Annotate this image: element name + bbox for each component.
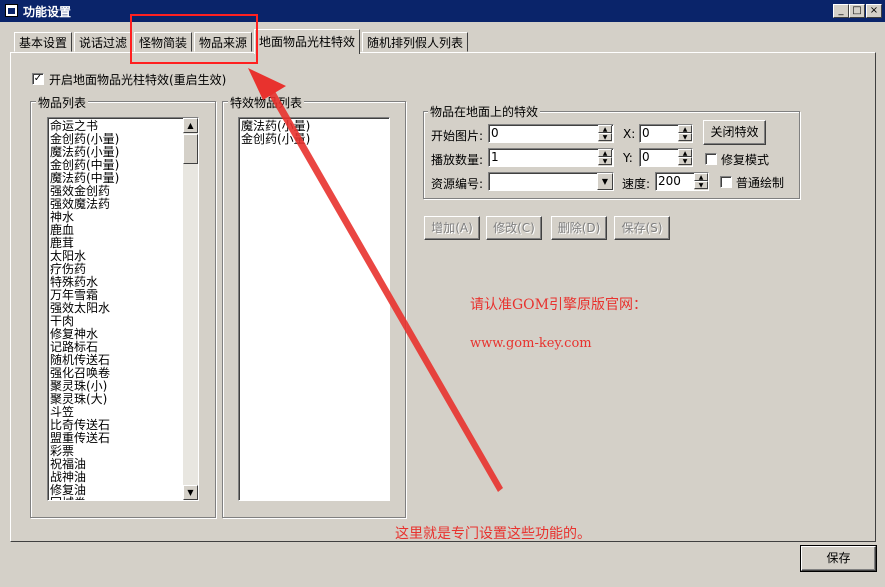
annotation-arrow <box>248 68 503 492</box>
